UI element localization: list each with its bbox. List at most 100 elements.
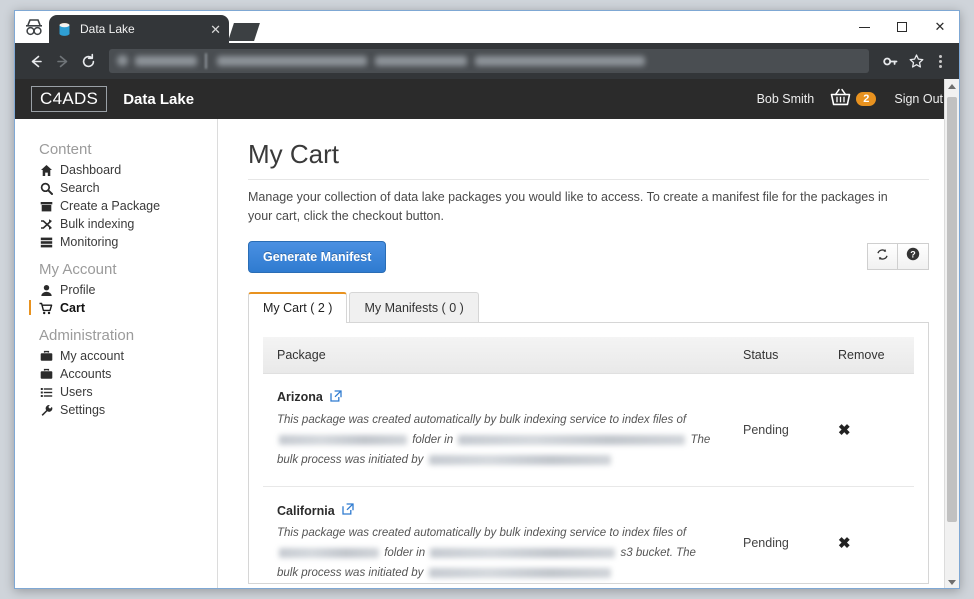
tab-title: Data Lake <box>80 22 135 36</box>
sidebar: Content Dashboard Search Create a Packag… <box>15 119 218 588</box>
redacted-text <box>458 434 686 445</box>
table-tools: ? <box>867 243 929 271</box>
sidebar-item-my-account[interactable]: My account <box>15 347 217 365</box>
scroll-down-arrow-icon[interactable] <box>945 575 959 588</box>
redacted-text <box>430 548 616 559</box>
sidebar-item-label: Accounts <box>60 367 112 381</box>
key-icon[interactable] <box>877 48 903 74</box>
sidebar-item-label: Search <box>60 181 100 195</box>
three-dot-menu-icon[interactable] <box>929 54 951 68</box>
remove-cell: ✖ <box>824 486 914 583</box>
svg-text:?: ? <box>910 250 916 260</box>
remove-button[interactable]: ✖ <box>838 422 851 439</box>
briefcase-icon <box>39 368 53 381</box>
sidebar-item-label: Create a Package <box>60 199 161 213</box>
shuffle-icon <box>39 218 53 231</box>
cart-count-badge: 2 <box>856 92 877 106</box>
generate-manifest-button[interactable]: Generate Manifest <box>248 240 387 273</box>
window-controls: ✕ <box>845 11 959 43</box>
sidebar-item-label: Monitoring <box>60 235 119 249</box>
package-name-row: California <box>277 503 715 518</box>
sidebar-item-search[interactable]: Search <box>15 179 217 197</box>
remove-button[interactable]: ✖ <box>838 535 851 552</box>
browser-window: Data Lake ✕ ✕ C4ADS Data Lake Bob Smith … <box>14 10 960 589</box>
sidebar-item-label: Cart <box>60 301 86 315</box>
sidebar-item-users[interactable]: Users <box>15 383 217 401</box>
table-row: Arizona This package was created automat… <box>263 373 914 488</box>
redacted-text <box>279 548 379 559</box>
tab-strip: Data Lake ✕ ✕ <box>15 11 959 43</box>
back-arrow-icon[interactable] <box>23 48 49 74</box>
package-description: This package was created automatically b… <box>277 413 711 466</box>
sidebar-item-cart[interactable]: Cart <box>15 299 217 317</box>
sidebar-item-accounts[interactable]: Accounts <box>15 365 217 383</box>
scroll-up-arrow-icon[interactable] <box>945 79 959 94</box>
package-name: California <box>277 503 335 518</box>
external-link-icon[interactable] <box>330 390 342 405</box>
external-link-icon[interactable] <box>342 503 354 518</box>
remove-cell: ✖ <box>824 373 914 488</box>
main-content: My Cart Manage your collection of data l… <box>218 119 959 588</box>
sidebar-item-label: Bulk indexing <box>60 217 135 231</box>
cart-table-body: Arizona This package was created automat… <box>263 373 914 583</box>
window-minimize-button[interactable] <box>845 12 883 42</box>
sidebar-item-dashboard[interactable]: Dashboard <box>15 161 217 179</box>
sidebar-item-label: Users <box>60 385 93 399</box>
header-cart-link[interactable]: 2 <box>830 88 877 111</box>
list-icon <box>39 386 53 399</box>
refresh-button[interactable] <box>867 243 898 271</box>
cart-panel: Package Status Remove Arizona This packa… <box>248 321 929 584</box>
user-icon <box>39 284 53 297</box>
cart-table-head: Package Status Remove <box>263 336 914 374</box>
shopping-cart-icon <box>39 302 53 315</box>
sign-out-link[interactable]: Sign Out <box>894 92 943 106</box>
address-bar[interactable] <box>109 49 869 73</box>
new-tab-button[interactable] <box>228 23 260 41</box>
window-maximize-button[interactable] <box>883 12 921 42</box>
column-header-status: Status <box>729 336 824 374</box>
cart-tabs: My Cart ( 2 ) My Manifests ( 0 ) <box>248 291 929 323</box>
sidebar-item-label: Profile <box>60 283 96 297</box>
browser-tab-data-lake[interactable]: Data Lake ✕ <box>49 15 229 43</box>
package-name-row: Arizona <box>277 390 715 405</box>
scrollbar-thumb[interactable] <box>947 97 957 522</box>
status-cell: Pending <box>729 373 824 488</box>
tab-my-manifests[interactable]: My Manifests ( 0 ) <box>349 291 479 323</box>
sidebar-item-label: My account <box>60 349 124 363</box>
help-button[interactable]: ? <box>898 243 929 271</box>
cart-table: Package Status Remove Arizona This packa… <box>263 336 914 583</box>
header-username[interactable]: Bob Smith <box>757 92 815 106</box>
action-row: Generate Manifest ? <box>248 240 929 273</box>
help-circle-icon: ? <box>906 247 920 266</box>
sidebar-item-bulk-indexing[interactable]: Bulk indexing <box>15 215 217 233</box>
page-viewport: C4ADS Data Lake Bob Smith 2 Sign Out Con… <box>15 79 959 588</box>
brand-logo[interactable]: C4ADS <box>31 86 108 112</box>
sidebar-item-settings[interactable]: Settings <box>15 401 217 419</box>
refresh-icon <box>876 248 889 266</box>
sidebar-group-content-label: Content <box>39 141 92 158</box>
sidebar-item-label: Settings <box>60 403 106 417</box>
tab-close-icon[interactable]: ✕ <box>204 23 221 36</box>
table-header-row: Package Status Remove <box>263 336 914 374</box>
star-icon[interactable] <box>903 48 929 74</box>
search-icon <box>39 182 53 195</box>
sidebar-item-profile[interactable]: Profile <box>15 281 217 299</box>
toolbar-right-actions <box>877 48 951 74</box>
redacted-text <box>428 454 611 465</box>
browser-toolbar <box>15 43 959 79</box>
app-title: Data Lake <box>123 90 195 108</box>
wrench-icon <box>39 404 53 417</box>
page-title: My Cart <box>248 139 929 180</box>
server-icon <box>39 236 53 249</box>
sidebar-item-monitoring[interactable]: Monitoring <box>15 233 217 251</box>
page-scrollbar[interactable] <box>944 79 959 588</box>
briefcase-icon <box>39 350 53 363</box>
sidebar-group-my-account-label: My Account <box>39 261 117 278</box>
browser-titlebar: Data Lake ✕ ✕ <box>15 11 959 43</box>
window-close-button[interactable]: ✕ <box>921 12 959 42</box>
package-cell: California This package was created auto… <box>263 486 729 583</box>
sidebar-item-create-a-package[interactable]: Create a Package <box>15 197 217 215</box>
tab-my-cart[interactable]: My Cart ( 2 ) <box>248 291 348 323</box>
package-cell: Arizona This package was created automat… <box>263 373 729 488</box>
reload-icon[interactable] <box>75 48 101 74</box>
